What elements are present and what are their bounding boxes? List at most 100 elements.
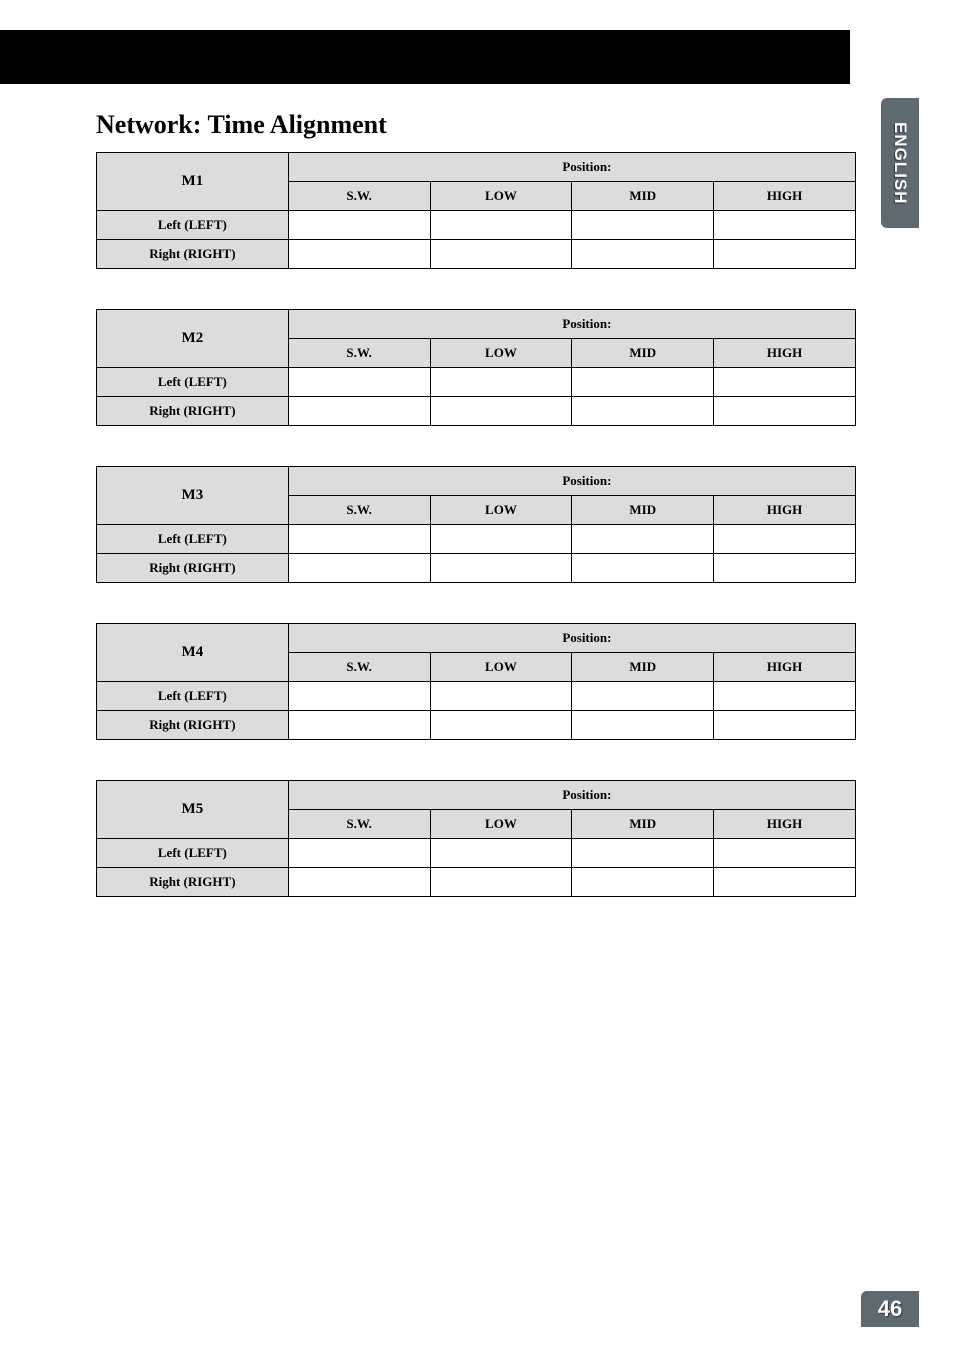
position-header: Position: — [288, 467, 855, 496]
data-cell — [572, 868, 714, 897]
data-cell — [572, 368, 714, 397]
column-header: S.W. — [288, 810, 430, 839]
memory-table: M1Position:S.W.LOWMIDHIGH Left (LEFT)Righ… — [96, 152, 856, 269]
data-cell — [430, 368, 572, 397]
data-cell — [714, 240, 856, 269]
column-header: S.W. — [288, 653, 430, 682]
language-label: ENGLISH — [890, 122, 910, 205]
column-header: HIGH — [714, 182, 856, 211]
column-header: LOW — [430, 339, 572, 368]
table-row: Right (RIGHT) — [97, 240, 856, 269]
column-header: HIGH — [714, 496, 856, 525]
data-cell — [572, 525, 714, 554]
memory-table: M3Position:S.W.LOWMIDHIGH Left (LEFT)Righ… — [96, 466, 856, 583]
data-cell — [430, 682, 572, 711]
data-cell — [572, 554, 714, 583]
memory-label: M4 — [97, 624, 289, 682]
row-label: Right (RIGHT) — [97, 240, 289, 269]
column-header: HIGH — [714, 339, 856, 368]
table-row: Left (LEFT) — [97, 682, 856, 711]
page-footer: 46 — [861, 1291, 919, 1327]
column-header: MID — [572, 810, 714, 839]
data-cell — [288, 368, 430, 397]
column-header: MID — [572, 339, 714, 368]
data-cell — [288, 211, 430, 240]
table-row: Left (LEFT) — [97, 839, 856, 868]
column-header: LOW — [430, 810, 572, 839]
data-cell — [288, 525, 430, 554]
column-header: S.W. — [288, 339, 430, 368]
table-row: Right (RIGHT) — [97, 711, 856, 740]
data-cell — [430, 211, 572, 240]
data-cell — [288, 240, 430, 269]
data-cell — [288, 868, 430, 897]
page-number: 46 — [878, 1296, 902, 1322]
row-label: Left (LEFT) — [97, 211, 289, 240]
row-label: Right (RIGHT) — [97, 711, 289, 740]
table-row: Right (RIGHT) — [97, 554, 856, 583]
position-header: Position: — [288, 153, 855, 182]
memory-label: M5 — [97, 781, 289, 839]
row-label: Left (LEFT) — [97, 368, 289, 397]
data-cell — [288, 682, 430, 711]
content-area: Network: Time Alignment M1Position:S.W.L… — [96, 110, 856, 937]
position-header: Position: — [288, 624, 855, 653]
row-label: Right (RIGHT) — [97, 554, 289, 583]
data-cell — [430, 397, 572, 426]
data-cell — [714, 868, 856, 897]
data-cell — [288, 711, 430, 740]
language-side-tab: ENGLISH — [881, 98, 919, 228]
data-cell — [572, 682, 714, 711]
data-cell — [714, 211, 856, 240]
column-header: LOW — [430, 653, 572, 682]
data-cell — [714, 525, 856, 554]
table-row: Right (RIGHT) — [97, 868, 856, 897]
column-header: LOW — [430, 182, 572, 211]
table-row: Left (LEFT) — [97, 368, 856, 397]
data-cell — [430, 839, 572, 868]
data-cell — [572, 839, 714, 868]
memory-label: M1 — [97, 153, 289, 211]
table-row: Left (LEFT) — [97, 211, 856, 240]
column-header: MID — [572, 496, 714, 525]
data-cell — [288, 839, 430, 868]
memory-label: M2 — [97, 310, 289, 368]
column-header: S.W. — [288, 496, 430, 525]
data-cell — [430, 240, 572, 269]
row-label: Left (LEFT) — [97, 525, 289, 554]
memory-table: M5Position:S.W.LOWMIDHIGH Left (LEFT)Righ… — [96, 780, 856, 897]
table-row: Left (LEFT) — [97, 525, 856, 554]
section-title: Network: Time Alignment — [96, 110, 856, 140]
column-header: MID — [572, 653, 714, 682]
data-cell — [288, 554, 430, 583]
data-cell — [714, 711, 856, 740]
table-row: Right (RIGHT) — [97, 397, 856, 426]
column-header: HIGH — [714, 653, 856, 682]
data-cell — [430, 711, 572, 740]
position-header: Position: — [288, 781, 855, 810]
column-header: LOW — [430, 496, 572, 525]
data-cell — [714, 554, 856, 583]
column-header: S.W. — [288, 182, 430, 211]
data-cell — [430, 868, 572, 897]
data-cell — [714, 397, 856, 426]
tables-container: M1Position:S.W.LOWMIDHIGHLeft (LEFT)Righ… — [96, 152, 856, 897]
data-cell — [572, 711, 714, 740]
data-cell — [288, 397, 430, 426]
header-black-bar — [0, 30, 850, 84]
data-cell — [714, 839, 856, 868]
position-header: Position: — [288, 310, 855, 339]
data-cell — [714, 368, 856, 397]
data-cell — [430, 525, 572, 554]
column-header: MID — [572, 182, 714, 211]
data-cell — [572, 240, 714, 269]
memory-label: M3 — [97, 467, 289, 525]
data-cell — [714, 682, 856, 711]
memory-table: M2Position:S.W.LOWMIDHIGH Left (LEFT)Righ… — [96, 309, 856, 426]
row-label: Left (LEFT) — [97, 839, 289, 868]
row-label: Left (LEFT) — [97, 682, 289, 711]
data-cell — [572, 211, 714, 240]
data-cell — [572, 397, 714, 426]
column-header: HIGH — [714, 810, 856, 839]
memory-table: M4Position:S.W.LOWMIDHIGH Left (LEFT)Righ… — [96, 623, 856, 740]
